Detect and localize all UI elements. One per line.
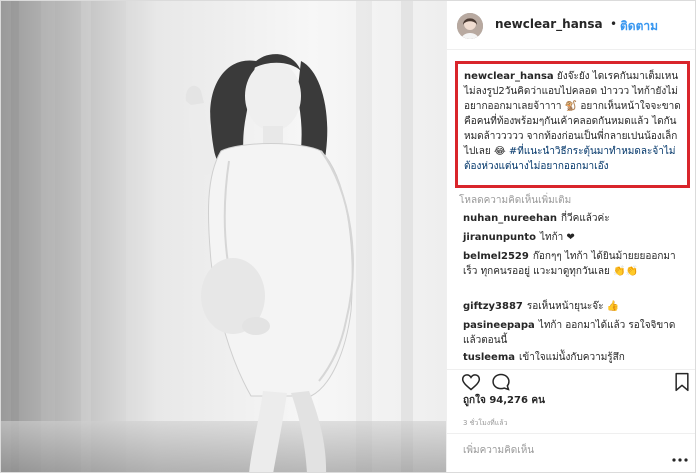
pregnant-woman-photo xyxy=(1,1,446,472)
avatar[interactable] xyxy=(457,13,483,39)
likes-count[interactable]: ถูกใจ 94,276 คน xyxy=(463,393,545,408)
add-comment-input[interactable]: เพิ่มความคิดเห็น xyxy=(463,443,534,458)
more-options-icon[interactable] xyxy=(671,448,689,467)
comment-username[interactable]: tusleema xyxy=(463,352,515,363)
comment-item: tusleema เข้าใจแม่น้ังกับความรู้สึก xyxy=(463,350,688,365)
instagram-post-window: newclear_hansa • ติดตาม newclear_hansa ย… xyxy=(0,0,696,473)
comment-item: nuhan_nureehan กี่วีคแล้วค่ะ xyxy=(463,211,688,226)
comment-item: pasineepapa ไทก้า ออกมาได้แล้ว รอใจจิขาดแ… xyxy=(463,318,688,348)
post-timestamp[interactable]: 3 ชั่วโมงที่แล้ว xyxy=(463,418,508,429)
post-photo[interactable] xyxy=(1,1,446,472)
comment-username[interactable]: giftzy3887 xyxy=(463,301,523,312)
comment-username[interactable]: pasineepapa xyxy=(463,320,535,331)
comment-text: ไทก้า ❤ xyxy=(539,232,575,243)
caption-text: newclear_hansa ยังจ๊ะยัง ไดเรคกันมาเต็มเ… xyxy=(464,69,681,174)
header-username[interactable]: newclear_hansa xyxy=(495,17,603,31)
comment-item: giftzy3887 รอเห็นหน้ายุนะจ๊ะ 👍 xyxy=(463,299,688,314)
likes-number: 94,276 xyxy=(489,395,528,406)
comment-item: belmel2529 ก๊อกๆๆ ไทก้า ได้ยินม้ายยยออกมา… xyxy=(463,249,688,279)
post-actions-bar xyxy=(447,369,695,396)
laughing-emoji-icon: 😂 xyxy=(493,146,506,157)
separator-dot: • xyxy=(610,17,618,31)
add-comment-bar: เพิ่มความคิดเห็น xyxy=(447,433,695,472)
comment-item: jiranunpunto ไทก้า ❤ xyxy=(463,230,688,245)
load-more-comments-link[interactable]: โหลดความคิดเห็นเพิ่มเติม xyxy=(459,193,571,208)
likes-prefix: ถูกใจ xyxy=(463,395,486,406)
comment-text: เข้าใจแม่น้ังกับความรู้สึก xyxy=(519,352,625,363)
likes-suffix: คน xyxy=(531,395,545,406)
comment-username[interactable]: nuhan_nureehan xyxy=(463,213,557,224)
monkey-emoji-icon: 🐒 xyxy=(564,101,578,112)
comment-username[interactable]: jiranunpunto xyxy=(463,232,536,243)
comment-text: รอเห็นหน้ายุนะจ๊ะ 👍 xyxy=(526,301,620,312)
follow-button[interactable]: ติดตาม xyxy=(620,17,658,36)
caption-username[interactable]: newclear_hansa xyxy=(464,71,554,82)
post-header: newclear_hansa • ติดตาม xyxy=(447,1,695,50)
post-side-panel: newclear_hansa • ติดตาม newclear_hansa ย… xyxy=(446,1,695,472)
bookmark-icon[interactable] xyxy=(673,372,691,396)
caption-highlight-box: newclear_hansa ยังจ๊ะยัง ไดเรคกันมาเต็มเ… xyxy=(455,61,690,188)
comment-text: กี่วีคแล้วค่ะ xyxy=(560,213,610,224)
comment-username[interactable]: belmel2529 xyxy=(463,251,529,262)
avatar-image xyxy=(457,13,483,39)
